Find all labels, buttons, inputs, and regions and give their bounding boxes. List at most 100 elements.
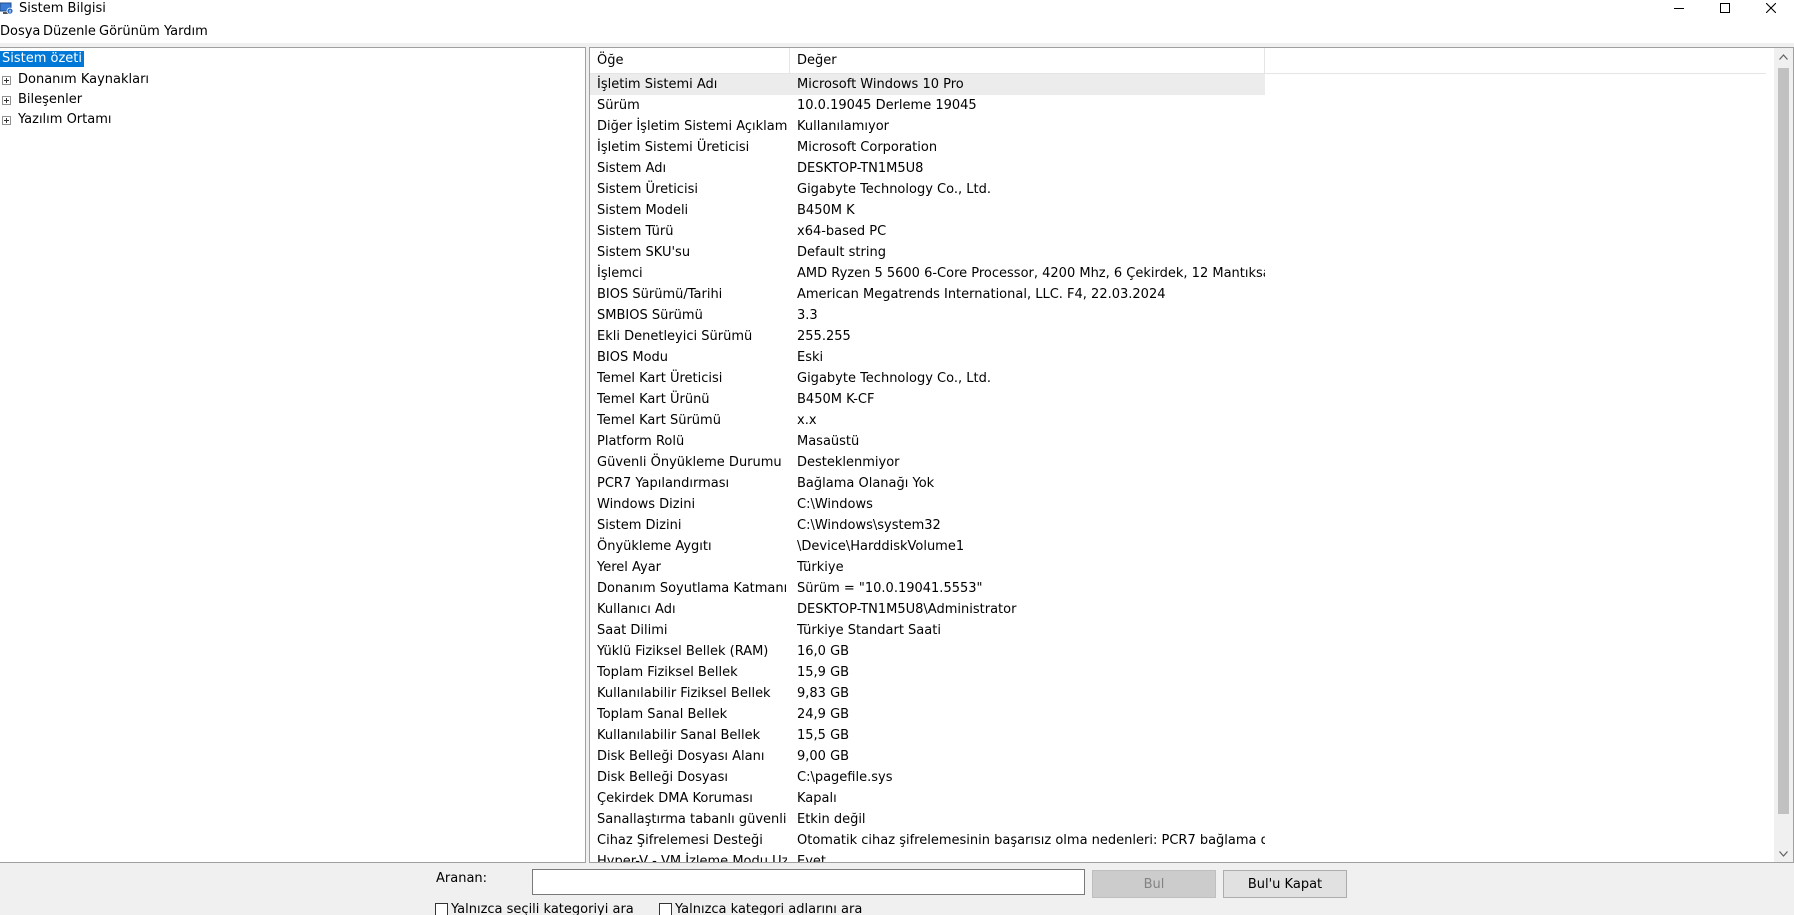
row-value: Microsoft Corporation xyxy=(797,140,938,155)
table-row[interactable]: Sanallaştırma tabanlı güvenlik Etkin deği… xyxy=(590,809,1766,830)
row-value: Desteklenmiyor xyxy=(797,455,900,470)
menu-file[interactable]: Dosya xyxy=(0,24,40,39)
checkbox-box[interactable] xyxy=(659,903,672,915)
row-item: Sistem Türü xyxy=(597,224,674,239)
scroll-up-button[interactable] xyxy=(1774,48,1793,65)
table-row[interactable]: Sistem Türü x64-based PC xyxy=(590,221,1766,242)
expand-icon[interactable] xyxy=(2,75,11,85)
row-value: Gigabyte Technology Co., Ltd. xyxy=(797,371,991,386)
table-row[interactable]: PCR7 Yapılandırması Bağlama Olanağı Yok xyxy=(590,473,1766,494)
scroll-thumb[interactable] xyxy=(1778,68,1789,814)
row-item: Platform Rolü xyxy=(597,434,685,449)
row-value: American Megatrends International, LLC. … xyxy=(797,287,1166,302)
row-value: 24,9 GB xyxy=(797,707,850,722)
tree-item-label: Bileşenler xyxy=(18,92,83,107)
table-row[interactable]: Kullanıcı Adı DESKTOP-TN1M5U8\Administrat… xyxy=(590,599,1766,620)
details-list[interactable]: Öğe Değer İşletim Sistemi Adı Microsoft W… xyxy=(589,47,1794,863)
row-item: Sanallaştırma tabanlı güvenlik xyxy=(597,812,787,827)
table-row[interactable]: SMBIOS Sürümü 3.3 xyxy=(590,305,1766,326)
checkbox-box[interactable] xyxy=(435,903,448,915)
only-selected-category-checkbox[interactable]: Yalnızca seçili kategoriyi ara xyxy=(435,902,634,915)
row-value: C:\Windows xyxy=(797,497,873,512)
row-item: Yerel Ayar xyxy=(597,560,662,575)
table-row[interactable]: Cihaz Şifrelemesi Desteği Otomatik cihaz … xyxy=(590,830,1766,851)
row-value: Microsoft Windows 10 Pro xyxy=(797,77,964,92)
tree-item-components[interactable]: Bileşenler xyxy=(2,92,82,108)
table-row[interactable]: Windows Dizini C:\Windows xyxy=(590,494,1766,515)
table-row[interactable]: İşlemci AMD Ryzen 5 5600 6-Core Processor… xyxy=(590,263,1766,284)
maximize-icon xyxy=(1720,3,1730,13)
vertical-scrollbar[interactable] xyxy=(1774,48,1793,862)
row-item: Toplam Fiziksel Bellek xyxy=(597,665,738,680)
table-row[interactable]: Donanım Soyutlama Katmanı Sürüm = "10.0.1… xyxy=(590,578,1766,599)
expand-icon[interactable] xyxy=(2,115,11,125)
table-row[interactable]: Kullanılabilir Sanal Bellek 15,5 GB xyxy=(590,725,1766,746)
only-category-names-checkbox[interactable]: Yalnızca kategori adlarını ara xyxy=(659,902,862,915)
tree-item-hardware-resources[interactable]: Donanım Kaynakları xyxy=(2,72,149,88)
maximize-button[interactable] xyxy=(1702,0,1748,16)
table-row[interactable]: Temel Kart Üreticisi Gigabyte Technology … xyxy=(590,368,1766,389)
row-value: 15,5 GB xyxy=(797,728,850,743)
table-row[interactable]: Temel Kart Sürümü x.x xyxy=(590,410,1766,431)
scroll-down-button[interactable] xyxy=(1774,845,1793,862)
tree-item-system-summary[interactable]: Sistem özeti xyxy=(0,50,86,68)
tree-item-software-environment[interactable]: Yazılım Ortamı xyxy=(2,112,112,128)
row-item: BIOS Sürümü/Tarihi xyxy=(597,287,723,302)
menu-view[interactable]: Görünüm xyxy=(99,24,160,39)
row-value: Eski xyxy=(797,350,824,365)
minimize-button[interactable] xyxy=(1656,0,1702,16)
row-item: Toplam Sanal Bellek xyxy=(597,707,728,722)
menu-help[interactable]: Yardım xyxy=(164,24,208,39)
table-row[interactable]: Saat Dilimi Türkiye Standart Saati xyxy=(590,620,1766,641)
close-button[interactable] xyxy=(1748,0,1794,16)
table-row[interactable]: Yüklü Fiziksel Bellek (RAM) 16,0 GB xyxy=(590,641,1766,662)
row-value: B450M K-CF xyxy=(797,392,875,407)
table-row[interactable]: İşletim Sistemi Adı Microsoft Windows 10 … xyxy=(590,74,1265,95)
menu-edit[interactable]: Düzenle xyxy=(43,24,96,39)
table-row[interactable]: Sürüm 10.0.19045 Derleme 19045 xyxy=(590,95,1766,116)
row-item: Sistem Dizini xyxy=(597,518,682,533)
row-value: x64-based PC xyxy=(797,224,887,239)
table-row[interactable]: Önyükleme Aygıtı \Device\HarddiskVolume1 xyxy=(590,536,1766,557)
column-header-value[interactable]: Değer xyxy=(790,48,1265,74)
table-row[interactable]: Yerel Ayar Türkiye xyxy=(590,557,1766,578)
table-row[interactable]: Platform Rolü Masaüstü xyxy=(590,431,1766,452)
table-row[interactable]: BIOS Modu Eski xyxy=(590,347,1766,368)
find-button[interactable]: Bul xyxy=(1092,870,1216,898)
table-row[interactable]: Sistem Adı DESKTOP-TN1M5U8 xyxy=(590,158,1766,179)
menu-bar: Dosya Düzenle Görünüm Yardım xyxy=(0,21,1794,43)
table-row[interactable]: Kullanılabilir Fiziksel Bellek 9,83 GB xyxy=(590,683,1766,704)
search-input[interactable] xyxy=(532,869,1085,895)
row-item: Diğer İşletim Sistemi Açıklaması xyxy=(597,119,787,134)
table-row[interactable]: Güvenli Önyükleme Durumu Desteklenmiyor xyxy=(590,452,1766,473)
row-value: B450M K xyxy=(797,203,855,218)
close-find-button[interactable]: Bul'u Kapat xyxy=(1223,870,1347,898)
row-value: Bağlama Olanağı Yok xyxy=(797,476,935,491)
table-row[interactable]: Sistem Üreticisi Gigabyte Technology Co.,… xyxy=(590,179,1766,200)
table-row[interactable]: İşletim Sistemi Üreticisi Microsoft Corpo… xyxy=(590,137,1766,158)
row-item: Kullanılabilir Fiziksel Bellek xyxy=(597,686,771,701)
table-row[interactable]: Toplam Sanal Bellek 24,9 GB xyxy=(590,704,1766,725)
table-row[interactable]: Sistem SKU'su Default string xyxy=(590,242,1766,263)
table-row[interactable]: Disk Belleği Dosyası Alanı 9,00 GB xyxy=(590,746,1766,767)
table-row[interactable]: Sistem Dizini C:\Windows\system32 xyxy=(590,515,1766,536)
table-row[interactable]: Ekli Denetleyici Sürümü 255.255 xyxy=(590,326,1766,347)
row-value: Gigabyte Technology Co., Ltd. xyxy=(797,182,991,197)
row-value: Evet xyxy=(797,854,827,863)
table-row[interactable]: BIOS Sürümü/Tarihi American Megatrends In… xyxy=(590,284,1766,305)
table-row[interactable]: Hyper-V - VM İzleme Modu Uz... Evet xyxy=(590,851,1766,863)
table-row[interactable]: Çekirdek DMA Koruması Kapalı xyxy=(590,788,1766,809)
category-tree[interactable]: Sistem özeti Donanım Kaynakları Bileşenl… xyxy=(0,47,586,863)
table-row[interactable]: Sistem Modeli B450M K xyxy=(590,200,1766,221)
column-header-item[interactable]: Öğe xyxy=(590,48,790,74)
table-row[interactable]: Diğer İşletim Sistemi Açıklaması Kullanıl… xyxy=(590,116,1766,137)
table-row[interactable]: Disk Belleği Dosyası C:\pagefile.sys xyxy=(590,767,1766,788)
row-value: 9,00 GB xyxy=(797,749,850,764)
row-item: İşlemci xyxy=(597,266,643,281)
table-row[interactable]: Temel Kart Ürünü B450M K-CF xyxy=(590,389,1766,410)
row-item: Sistem SKU'su xyxy=(597,245,691,260)
table-row[interactable]: Toplam Fiziksel Bellek 15,9 GB xyxy=(590,662,1766,683)
row-item: BIOS Modu xyxy=(597,350,669,365)
expand-icon[interactable] xyxy=(2,95,11,105)
row-item: Temel Kart Sürümü xyxy=(597,413,721,428)
